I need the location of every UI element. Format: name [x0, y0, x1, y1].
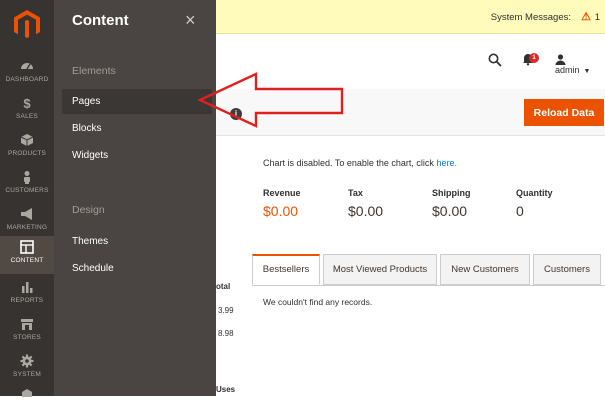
store-icon — [21, 319, 33, 330]
section-design: Design — [72, 204, 105, 216]
menu-item-themes[interactable]: Themes — [54, 229, 216, 254]
stat-label: Shipping — [432, 188, 471, 198]
tab-bestsellers[interactable]: Bestsellers — [252, 254, 320, 285]
stat-value: $0.00 — [432, 203, 468, 219]
nav-content[interactable]: CONTENT — [0, 236, 54, 274]
nav-customers[interactable]: CUSTOMERS — [0, 166, 54, 203]
annotation-arrow — [197, 72, 344, 128]
nav-label: SYSTEM — [13, 371, 41, 378]
user-menu[interactable]: admin ▼ — [555, 54, 605, 75]
dollar-icon: $ — [23, 96, 31, 110]
stat-label: Tax — [348, 188, 363, 198]
stat-revenue: Revenue $0.00 — [263, 188, 301, 219]
content-menu-panel: Content × Elements Pages Blocks Widgets … — [54, 0, 216, 396]
tab-most-viewed-products[interactable]: Most Viewed Products — [323, 254, 437, 285]
column-header-uses: Uses — [216, 385, 236, 394]
dashboard-icon — [21, 63, 33, 70]
bar-chart-icon — [22, 282, 33, 293]
stat-quantity: Quantity 0 — [516, 188, 553, 219]
nav-stores[interactable]: STORES — [0, 313, 54, 350]
chart-disabled-message: Chart is disabled. To enable the chart, … — [263, 158, 457, 168]
menu-item-blocks[interactable]: Blocks — [54, 116, 216, 141]
table-cell: 8.98 — [218, 329, 234, 338]
menu-item-widgets[interactable]: Widgets — [54, 143, 216, 168]
tab-divider — [252, 285, 605, 286]
search-icon[interactable] — [488, 53, 502, 67]
magento-logo[interactable] — [11, 8, 43, 40]
no-records-message: We couldn't find any records. — [263, 297, 373, 307]
stat-shipping: Shipping $0.00 — [432, 188, 471, 219]
column-header-total: otal — [216, 282, 231, 291]
nav-sales[interactable]: $ SALES — [0, 92, 54, 129]
table-cell: 3.99 — [218, 306, 234, 315]
megaphone-icon — [21, 208, 32, 220]
admin-sidebar: DASHBOARD $ SALES PRODUCTS CUSTOMERS MAR… — [0, 0, 54, 397]
system-messages-bar: System Messages: ⚠ 1 — [216, 0, 605, 34]
stat-label: Revenue — [263, 188, 301, 198]
stat-value: 0 — [516, 203, 524, 219]
chevron-down-icon: ▼ — [583, 68, 591, 76]
nav-label: CONTENT — [10, 257, 44, 264]
tab-customers[interactable]: Customers — [533, 254, 601, 285]
nav-dashboard[interactable]: DASHBOARD — [0, 55, 54, 92]
nav-label: PRODUCTS — [7, 150, 47, 157]
stat-value: $0.00 — [348, 203, 384, 219]
nav-more[interactable] — [0, 386, 54, 397]
nav-products[interactable]: PRODUCTS — [0, 129, 54, 166]
svg-text:$: $ — [23, 96, 31, 110]
cube-icon — [20, 134, 34, 146]
stat-value: $0.00 — [263, 203, 299, 219]
reload-data-button[interactable]: Reload Data — [524, 99, 604, 126]
notification-badge: 1 — [529, 53, 539, 63]
nav-label: REPORTS — [10, 297, 44, 304]
warning-icon[interactable]: ⚠ — [581, 10, 591, 23]
user-name: admin — [555, 65, 580, 76]
person-icon — [24, 171, 30, 184]
system-messages-label[interactable]: System Messages: — [491, 12, 571, 23]
layout-icon — [20, 240, 34, 254]
nav-label: SALES — [16, 113, 38, 120]
tab-new-customers[interactable]: New Customers — [440, 254, 530, 285]
nav-marketing[interactable]: MARKETING — [0, 203, 54, 240]
system-messages-count: 1 — [594, 12, 600, 23]
nav-label: MARKETING — [6, 224, 48, 231]
chart-message-text: Chart is disabled. To enable the chart, … — [263, 158, 434, 168]
nav-reports[interactable]: REPORTS — [0, 276, 54, 313]
stat-label: Quantity — [516, 188, 553, 198]
section-elements: Elements — [72, 65, 116, 77]
nav-label: CUSTOMERS — [5, 187, 49, 194]
enable-chart-link[interactable]: here. — [436, 158, 457, 168]
nav-label: DASHBOARD — [5, 76, 49, 83]
nav-label: STORES — [13, 334, 41, 341]
menu-item-schedule[interactable]: Schedule — [54, 256, 216, 281]
more-icon — [22, 389, 32, 397]
gear-icon — [20, 354, 34, 368]
user-icon — [555, 54, 566, 66]
stat-tax: Tax $0.00 — [348, 188, 383, 219]
panel-title: Content — [72, 12, 129, 29]
close-icon[interactable]: × — [185, 10, 196, 31]
menu-item-pages[interactable]: Pages — [62, 89, 212, 114]
nav-system[interactable]: SYSTEM — [0, 350, 54, 387]
